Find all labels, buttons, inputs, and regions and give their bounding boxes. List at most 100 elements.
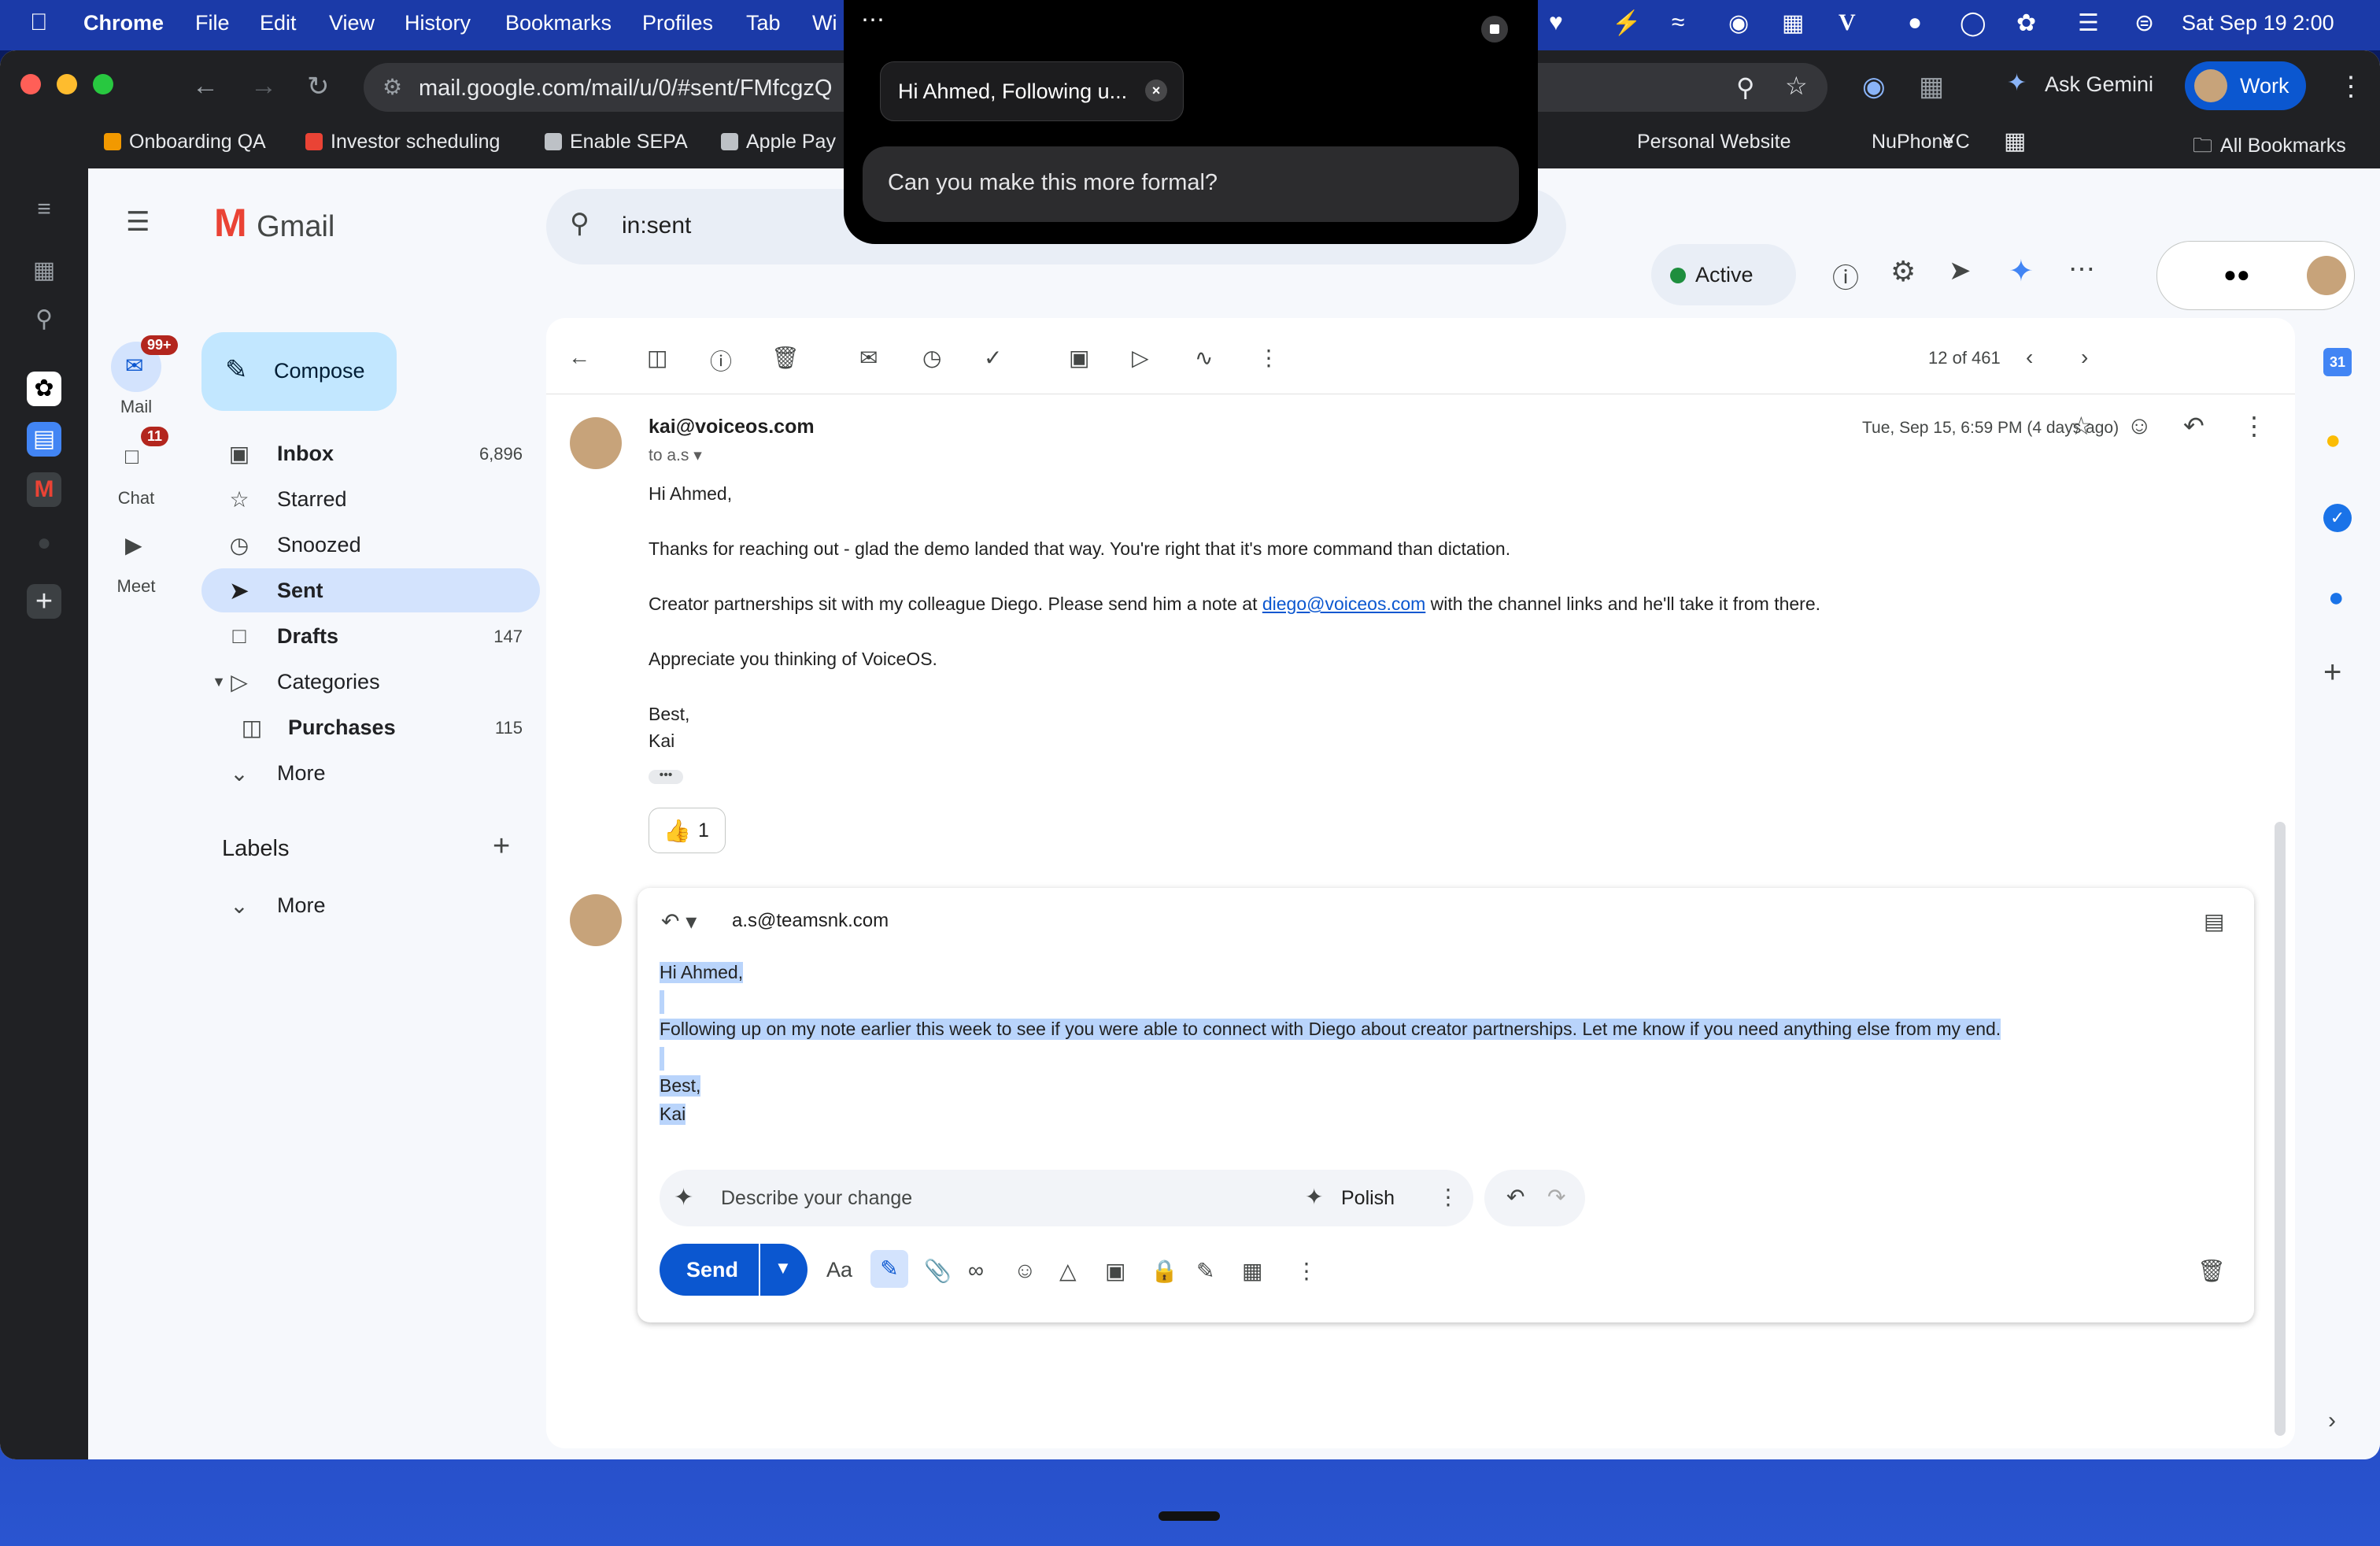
sidepanel-toggle-icon[interactable]: ≡ <box>27 192 61 227</box>
message-more-icon[interactable]: ⋮ <box>2241 411 2267 441</box>
profile-work-chip[interactable]: Work <box>2185 61 2306 110</box>
nav-inbox[interactable]: ▣ Inbox 6,896 <box>201 431 540 475</box>
thumbs-up-reaction[interactable]: 👍 1 <box>649 808 726 853</box>
nav-categories[interactable]: ▼ ▷ Categories <box>201 660 540 704</box>
google-apps-icon[interactable]: ⋯ <box>2068 253 2095 285</box>
sidepanel-gmail-icon[interactable]: M <box>27 472 61 507</box>
remove-chip-icon[interactable]: × <box>1145 80 1167 102</box>
sidepanel-add-icon[interactable]: + <box>27 584 61 619</box>
pop-out-icon[interactable]: ▤ <box>2204 908 2224 934</box>
calendar-icon[interactable]: 31 <box>2323 348 2352 376</box>
attach-file-icon[interactable]: 📎 <box>924 1258 952 1284</box>
newer-chevron-icon[interactable]: ‹ <box>2026 345 2033 370</box>
insert-link-icon[interactable]: ∞ <box>968 1258 984 1283</box>
bookmark-investor-scheduling[interactable]: Investor scheduling <box>305 131 500 153</box>
keep-bulb-icon[interactable]: ● <box>2325 425 2341 456</box>
gemini-spark-icon[interactable]: ✦ <box>2007 69 2027 97</box>
search-icon[interactable]: ⚲ <box>570 208 589 239</box>
undo-icon[interactable]: ↶ <box>1506 1184 1524 1210</box>
reply-line-greeting[interactable]: Hi Ahmed, <box>660 962 744 983</box>
labels-more[interactable]: ⌄ More <box>201 883 540 927</box>
menu-profiles[interactable]: Profiles <box>642 11 713 35</box>
menu-history[interactable]: History <box>405 11 471 35</box>
prompt-input[interactable]: Can you make this more formal? <box>863 146 1519 222</box>
nav-purchases[interactable]: ◫ Purchases 115 <box>201 705 540 749</box>
compose-more-icon[interactable]: ⋮ <box>1295 1258 1318 1284</box>
v-app-icon[interactable]: V <box>1839 9 1856 36</box>
gemini-icon[interactable]: ✦ <box>2009 253 2034 289</box>
zoom-window-button[interactable] <box>93 74 113 94</box>
signature-icon[interactable]: ✎ <box>1196 1258 1214 1284</box>
apple-icon[interactable]:  <box>30 9 48 36</box>
menu-file[interactable]: File <box>195 11 230 35</box>
bookmark-personal-website[interactable]: Personal Website <box>1637 131 1791 153</box>
password-manager-icon[interactable]: ◉ <box>1728 9 1749 37</box>
control-center-icon[interactable]: ☰ <box>2078 9 2099 37</box>
menu-tab[interactable]: Tab <box>746 11 781 35</box>
status-chip[interactable]: Active <box>1651 244 1796 305</box>
minimize-window-button[interactable] <box>57 74 77 94</box>
openai-icon[interactable]: ✿ <box>2016 9 2036 37</box>
reload-icon[interactable]: ↻ <box>307 71 330 102</box>
menubar-clock[interactable]: Sat Sep 19 2:00 <box>2182 11 2334 35</box>
discard-draft-icon[interactable]: 🗑 <box>2197 1258 2226 1284</box>
confidential-mode-icon[interactable]: 🔒 <box>1151 1258 1178 1284</box>
reply-line-body[interactable]: Following up on my note earlier this wee… <box>660 1019 2001 1040</box>
rail-chat[interactable]: □ 11 Chat <box>88 427 184 509</box>
nav-more[interactable]: ⌄ More <box>201 751 540 795</box>
close-window-button[interactable] <box>20 74 41 94</box>
send-options-button[interactable]: ▼ <box>760 1244 808 1296</box>
sidepanel-extra-icon[interactable]: ● <box>27 526 61 560</box>
bookmark-yc[interactable]: YC <box>1942 131 1970 153</box>
reply-icon[interactable]: ↶ <box>2183 411 2204 441</box>
nav-drafts[interactable]: □ Drafts 147 <box>201 614 540 658</box>
mark-unread-icon[interactable]: ✉ <box>859 345 878 371</box>
bookmark-star-icon[interactable]: ☆ <box>1785 71 1808 101</box>
reply-line-signoff[interactable]: Best, <box>660 1075 701 1097</box>
sidepanel-apps-icon[interactable]: ▦ <box>27 253 61 288</box>
tab-groups-icon[interactable]: ▦ <box>2004 128 2026 155</box>
rail-mail[interactable]: ✉ 99+ Mail <box>88 335 184 417</box>
scrollbar-thumb[interactable] <box>2275 822 2286 1436</box>
reply-line-name[interactable]: Kai <box>660 1104 686 1125</box>
workspace-features-icon[interactable]: ➤ <box>1949 255 1972 287</box>
menu-app-name[interactable]: Chrome <box>83 11 164 35</box>
all-bookmarks-folder[interactable]: 🗀 All Bookmarks <box>2193 131 2346 165</box>
sender-avatar[interactable] <box>570 417 622 469</box>
tasks-check-icon[interactable]: ✓ <box>2323 504 2352 532</box>
site-info-icon[interactable]: ⚙ <box>382 74 402 100</box>
move-to-icon[interactable]: ▣ <box>1069 345 1089 371</box>
back-to-list-icon[interactable]: ← <box>568 345 590 370</box>
insert-photo-icon[interactable]: ▣ <box>1105 1258 1125 1284</box>
rail-meet[interactable]: ▶ Meet <box>88 521 184 597</box>
popover-menu-dots-icon[interactable]: ⋯ <box>861 6 886 34</box>
menu-window[interactable]: Wi <box>812 11 837 35</box>
sidepanel-chatgpt-icon[interactable]: ✿ <box>27 372 61 406</box>
add-reaction-icon[interactable]: ☺ <box>2127 411 2153 440</box>
menu-edit[interactable]: Edit <box>260 11 297 35</box>
older-chevron-icon[interactable]: › <box>2081 345 2088 370</box>
settings-gear-icon[interactable]: ⚙ <box>1890 255 1916 288</box>
get-addons-icon[interactable]: + <box>2323 655 2341 690</box>
sender-email[interactable]: kai@voiceos.com <box>649 416 815 438</box>
gmail-logo[interactable]: M Gmail <box>214 200 334 246</box>
redo-icon[interactable]: ↷ <box>1547 1184 1565 1210</box>
ring-app-icon[interactable]: ◯ <box>1960 9 1986 37</box>
filter-icon[interactable]: ∿ <box>1195 345 1213 371</box>
drive-icon[interactable]: △ <box>1059 1258 1077 1284</box>
main-menu-icon[interactable]: ☰ <box>126 206 150 238</box>
sidepanel-docs-icon[interactable]: ▤ <box>27 422 61 457</box>
describe-change-input[interactable]: Describe your change <box>721 1187 912 1210</box>
compose-button[interactable]: ✎ Compose <box>201 332 397 411</box>
help-icon[interactable]: ⓘ <box>1832 257 1859 295</box>
sidepanel-search-icon[interactable]: ⚲ <box>27 302 61 337</box>
ask-gemini-button[interactable]: Ask Gemini <box>2045 72 2153 97</box>
nav-starred[interactable]: ☆ Starred <box>201 477 540 521</box>
nav-sent[interactable]: ➤ Sent <box>201 568 540 612</box>
send-button[interactable]: Send <box>660 1244 759 1296</box>
diego-email-link[interactable]: diego@voiceos.com <box>1262 594 1425 614</box>
star-message-icon[interactable]: ☆ <box>2070 411 2093 441</box>
delete-icon[interactable]: 🗑 <box>771 345 800 371</box>
menu-bookmarks[interactable]: Bookmarks <box>505 11 612 35</box>
reply-recipient[interactable]: a.s@teamsnk.com <box>732 910 889 932</box>
